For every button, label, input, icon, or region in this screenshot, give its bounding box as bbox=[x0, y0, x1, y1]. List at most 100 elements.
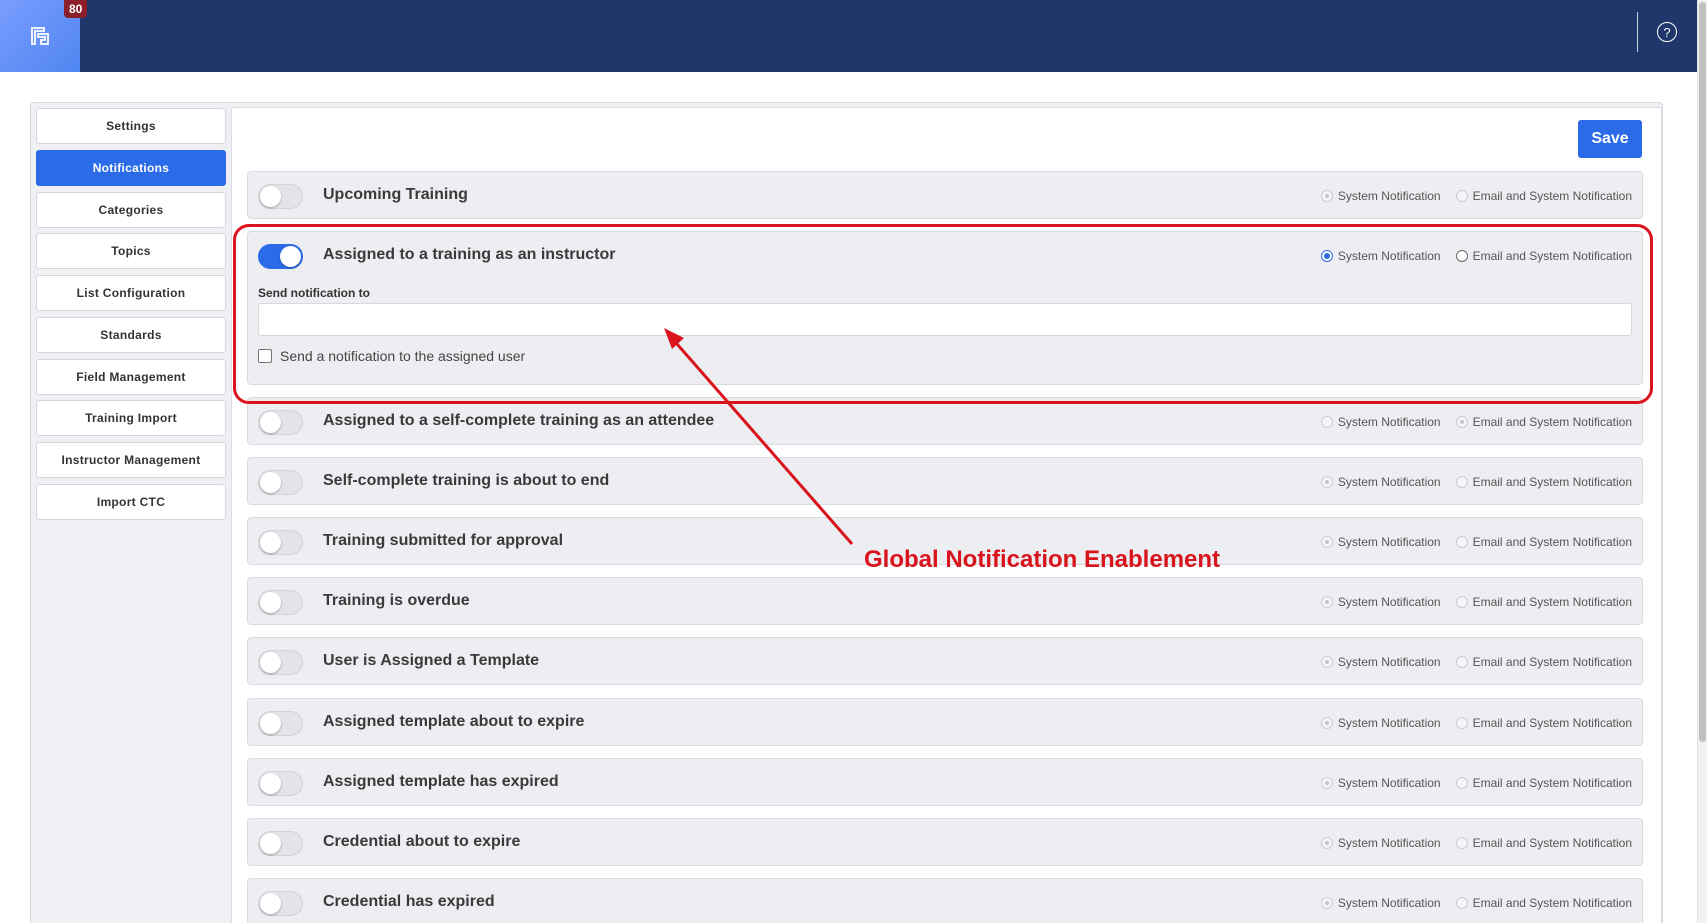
delivery-options: System Notification Email and System Not… bbox=[1320, 896, 1632, 910]
sidebar-item-training-import[interactable]: Training Import bbox=[36, 400, 226, 436]
sidebar-item-settings[interactable]: Settings bbox=[36, 108, 226, 144]
system-notification-label: System Notification bbox=[1337, 475, 1441, 489]
system-notification-radio[interactable] bbox=[1320, 837, 1333, 849]
send-to-input[interactable] bbox=[258, 303, 1632, 336]
delivery-options: System Notification Email and System Not… bbox=[1320, 475, 1632, 489]
sidebar-item-topics[interactable]: Topics bbox=[36, 233, 226, 269]
email-notification-radio[interactable] bbox=[1455, 897, 1468, 909]
notification-row-assigned-instructor: Assigned to a training as an instructor … bbox=[247, 231, 1643, 385]
toggle-knob bbox=[260, 472, 281, 493]
system-notification-label: System Notification bbox=[1337, 776, 1441, 790]
email-notification-radio[interactable] bbox=[1455, 536, 1468, 548]
enable-toggle[interactable] bbox=[258, 410, 303, 435]
email-notification-label: Email and System Notification bbox=[1472, 716, 1632, 730]
email-notification-radio[interactable] bbox=[1455, 596, 1468, 608]
system-notification-radio[interactable] bbox=[1320, 190, 1333, 202]
toggle-knob bbox=[260, 592, 281, 613]
toggle-knob bbox=[260, 186, 281, 207]
sidebar-item-standards[interactable]: Standards bbox=[36, 317, 226, 353]
notification-count-badge: 80 bbox=[64, 0, 88, 18]
system-notification-radio[interactable] bbox=[1320, 596, 1333, 608]
enable-toggle[interactable] bbox=[258, 891, 303, 916]
toggle-knob bbox=[260, 412, 281, 433]
enable-toggle[interactable] bbox=[258, 530, 303, 555]
notification-row-credential-about-to-expire: Credential about to expire System Notifi… bbox=[247, 818, 1643, 866]
system-notification-radio[interactable] bbox=[1320, 717, 1333, 729]
system-notification-radio[interactable] bbox=[1320, 777, 1333, 789]
help-icon[interactable]: ? bbox=[1657, 22, 1677, 42]
notification-row-template-about-to-expire: Assigned template about to expire System… bbox=[247, 698, 1643, 746]
notification-label: Assigned to a training as an instructor bbox=[323, 246, 616, 263]
system-notification-radio[interactable] bbox=[1320, 536, 1333, 548]
email-notification-radio[interactable] bbox=[1455, 837, 1468, 849]
system-notification-label: System Notification bbox=[1337, 836, 1441, 850]
delivery-options: System Notification Email and System Not… bbox=[1320, 535, 1632, 549]
notification-label: Assigned template about to expire bbox=[323, 713, 585, 730]
system-notification-label: System Notification bbox=[1337, 415, 1441, 429]
sidebar-item-list-configuration[interactable]: List Configuration bbox=[36, 275, 226, 311]
email-notification-label: Email and System Notification bbox=[1472, 475, 1632, 489]
delivery-options: System Notification Email and System Not… bbox=[1320, 836, 1632, 850]
email-notification-radio[interactable] bbox=[1455, 416, 1468, 428]
delivery-options: System Notification Email and System Not… bbox=[1320, 595, 1632, 609]
email-notification-radio[interactable] bbox=[1455, 190, 1468, 202]
notification-row-credential-expired: Credential has expired System Notificati… bbox=[247, 878, 1643, 923]
system-notification-label: System Notification bbox=[1337, 716, 1441, 730]
assigned-user-checkbox[interactable] bbox=[258, 349, 272, 363]
system-notification-radio[interactable] bbox=[1320, 897, 1333, 909]
notification-label: Assigned to a self-complete training as … bbox=[323, 412, 715, 429]
system-notification-label: System Notification bbox=[1337, 896, 1441, 910]
delivery-options: System Notification Email and System Not… bbox=[1320, 776, 1632, 790]
notification-label: Training submitted for approval bbox=[323, 532, 564, 549]
notification-row-user-assigned-template: User is Assigned a Template System Notif… bbox=[247, 637, 1643, 685]
email-notification-label: Email and System Notification bbox=[1472, 189, 1632, 203]
email-notification-label: Email and System Notification bbox=[1472, 655, 1632, 669]
enable-toggle[interactable] bbox=[258, 244, 303, 269]
toggle-knob bbox=[260, 652, 281, 673]
delivery-options: System Notification Email and System Not… bbox=[1320, 655, 1632, 669]
sidebar-item-import-ctc[interactable]: Import CTC bbox=[36, 484, 226, 520]
email-notification-radio[interactable] bbox=[1455, 717, 1468, 729]
enable-toggle[interactable] bbox=[258, 590, 303, 615]
system-notification-radio[interactable] bbox=[1320, 416, 1333, 428]
toggle-knob bbox=[260, 773, 281, 794]
enable-toggle[interactable] bbox=[258, 184, 303, 209]
sidebar-item-notifications[interactable]: Notifications bbox=[36, 150, 226, 186]
email-notification-label: Email and System Notification bbox=[1472, 535, 1632, 549]
toggle-knob bbox=[280, 246, 301, 267]
system-notification-label: System Notification bbox=[1337, 249, 1441, 263]
system-notification-radio[interactable] bbox=[1320, 656, 1333, 668]
enable-toggle[interactable] bbox=[258, 650, 303, 675]
email-notification-radio[interactable] bbox=[1455, 656, 1468, 668]
toggle-knob bbox=[260, 713, 281, 734]
enable-toggle[interactable] bbox=[258, 771, 303, 796]
topbar-divider bbox=[1637, 12, 1638, 52]
sidebar-item-field-management[interactable]: Field Management bbox=[36, 359, 226, 395]
notification-label: Credential about to expire bbox=[323, 833, 521, 850]
enable-toggle[interactable] bbox=[258, 470, 303, 495]
email-notification-label: Email and System Notification bbox=[1472, 595, 1632, 609]
notification-label: Upcoming Training bbox=[323, 186, 468, 203]
system-notification-radio[interactable] bbox=[1320, 476, 1333, 488]
notification-row-template-expired: Assigned template has expired System Not… bbox=[247, 758, 1643, 806]
sidebar-item-categories[interactable]: Categories bbox=[36, 192, 226, 228]
enable-toggle[interactable] bbox=[258, 831, 303, 856]
email-notification-radio[interactable] bbox=[1455, 250, 1468, 262]
email-notification-radio[interactable] bbox=[1455, 777, 1468, 789]
email-notification-label: Email and System Notification bbox=[1472, 836, 1632, 850]
email-notification-label: Email and System Notification bbox=[1472, 415, 1632, 429]
sidebar-item-instructor-management[interactable]: Instructor Management bbox=[36, 442, 226, 478]
notification-label: Self-complete training is about to end bbox=[323, 472, 610, 489]
system-notification-label: System Notification bbox=[1337, 655, 1441, 669]
delivery-options: System Notification Email and System Not… bbox=[1320, 189, 1632, 203]
notification-label: Training is overdue bbox=[323, 592, 470, 609]
page-scrollbar-thumb[interactable] bbox=[1699, 2, 1706, 742]
send-to-label: Send notification to bbox=[258, 286, 370, 300]
assigned-user-checkbox-label[interactable]: Send a notification to the assigned user bbox=[280, 348, 525, 364]
notification-label: Assigned template has expired bbox=[323, 773, 559, 790]
toggle-knob bbox=[260, 532, 281, 553]
enable-toggle[interactable] bbox=[258, 711, 303, 736]
system-notification-radio[interactable] bbox=[1320, 250, 1333, 262]
save-button[interactable]: Save bbox=[1578, 120, 1642, 158]
email-notification-radio[interactable] bbox=[1455, 476, 1468, 488]
